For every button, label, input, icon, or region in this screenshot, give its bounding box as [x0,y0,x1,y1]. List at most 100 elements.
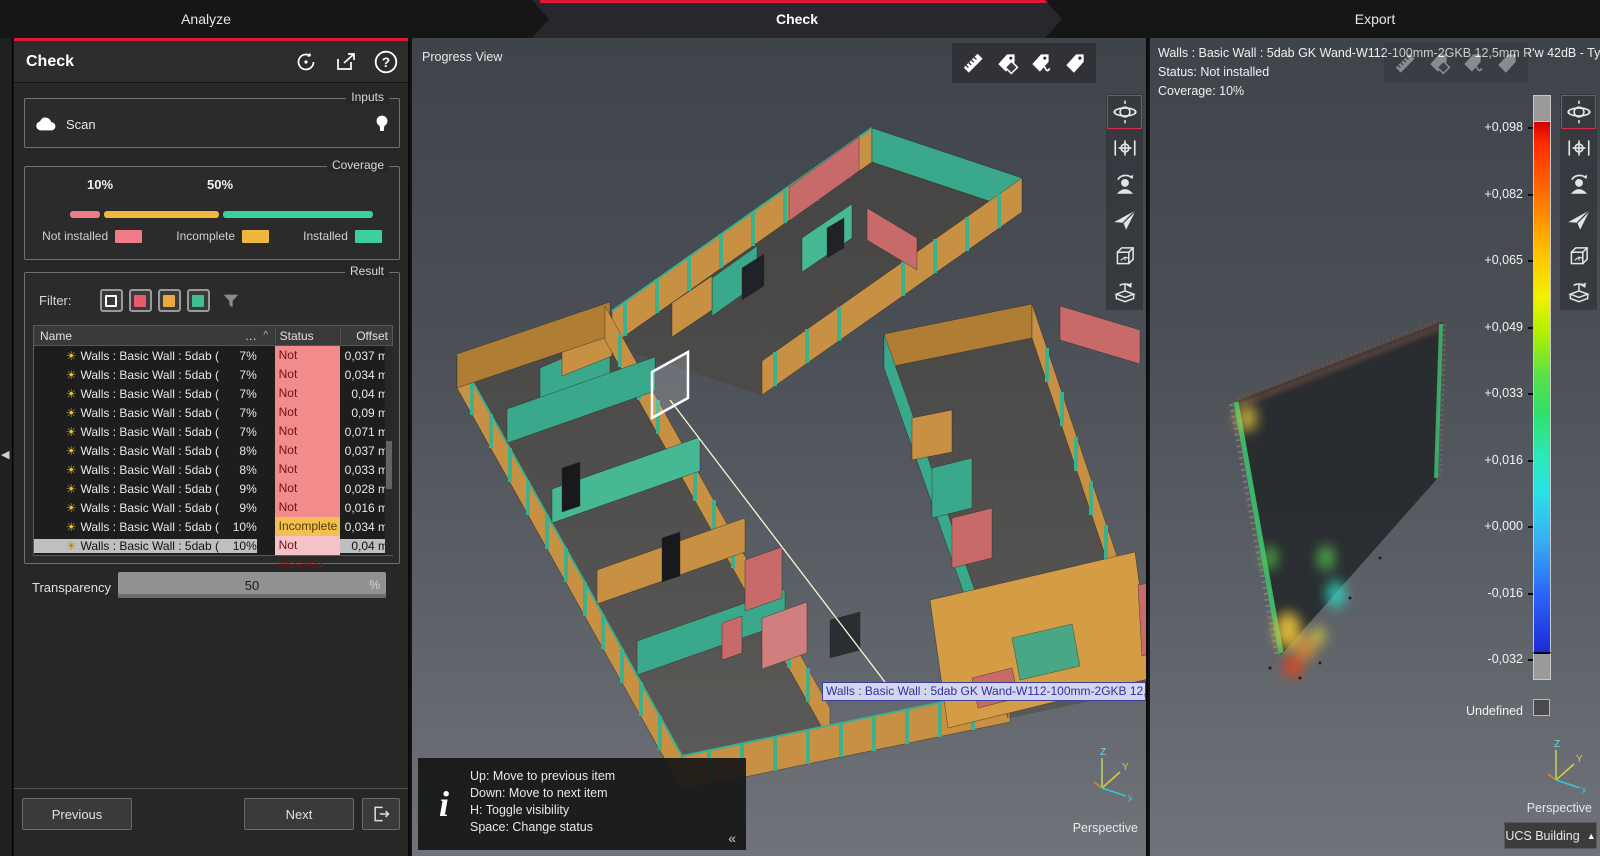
scan-label: Scan [66,117,375,132]
column-coverage[interactable]: … [221,329,257,343]
footer-divider [14,788,408,789]
annotation-toolbar [952,43,1096,83]
result-table: Name … ^ Status Offset ☀Walls : Basic Wa… [33,325,393,556]
coverage-legend: Not installedIncompleteInstalled [25,229,399,243]
turntable-tool-button[interactable] [1560,274,1597,310]
collapse-left-icon[interactable]: ◀ [1,448,9,461]
selected-wall-highlight[interactable] [652,352,688,418]
offset-color-scale [1533,95,1551,680]
column-name[interactable]: Name [34,329,221,343]
table-row[interactable]: ☀Walls : Basic Wall : 5dab (8%Not instal… [34,460,392,479]
detail-view-3d[interactable]: Walls : Basic Wall : 5dab GK Wand-W112-1… [1150,38,1600,856]
exit-check-button[interactable] [362,798,400,830]
progress-view-3d[interactable]: Progress View [412,38,1148,856]
sun-visibility-icon: ☀ [66,539,77,553]
orbit-tool-button[interactable] [1560,94,1597,130]
table-row[interactable]: ☀Walls : Basic Wall : 5dab (9%Not instal… [34,498,392,517]
sort-ascending-icon[interactable]: ^ [257,330,275,341]
tag-wave-icon[interactable] [1460,50,1486,76]
filter-checkbox-incomplete[interactable] [158,289,181,312]
fly-tool-button[interactable] [1106,202,1143,238]
sun-visibility-icon: ☀ [66,520,77,534]
measure-icon[interactable] [960,50,986,76]
status-badge: Not installed [275,403,341,422]
ucs-dropdown-arrow-icon: ▲ [1587,831,1596,841]
table-row[interactable]: ☀Walls : Basic Wall : 5dab (10%Incomplet… [34,517,392,536]
open-external-view-icon[interactable] [332,48,360,76]
orbit-tool-button[interactable] [1106,94,1143,130]
transparency-slider[interactable]: 50 % [118,572,386,598]
check-panel-header: Check ? [14,41,408,83]
previous-button[interactable]: Previous [22,798,132,830]
svg-text:Y: Y [1576,754,1583,765]
sun-visibility-icon: ☀ [66,368,77,382]
tab-check[interactable]: Check [532,0,1062,38]
tag-icon[interactable] [1062,50,1088,76]
first-person-tool-button[interactable] [1560,166,1597,202]
view-cube-tool-button[interactable] [1560,238,1597,274]
table-row[interactable]: ☀Walls : Basic Wall : 5dab (7%Not instal… [34,365,392,384]
tab-analyze[interactable]: Analyze [0,0,412,38]
sun-visibility-icon: ☀ [66,425,77,439]
filter-checkbox-installed[interactable] [187,289,210,312]
coverage-slider-segment-incomplete[interactable] [104,211,219,218]
filter-checkbox-not-installed[interactable] [129,289,152,312]
column-offset[interactable]: Offset [340,329,392,343]
table-row[interactable]: ☀Walls : Basic Wall : 5dab (8%Not instal… [34,441,392,460]
pan-tool-button[interactable] [1106,130,1143,166]
tag-icon[interactable] [1494,50,1520,76]
model-tooltip: Walls : Basic Wall : 5dab GK Wand-W112-1… [822,682,1146,701]
view-cube-tool-button[interactable] [1106,238,1143,274]
projection-mode-label[interactable]: Perspective [1073,821,1138,835]
table-row[interactable]: ☀Walls : Basic Wall : 5dab (7%Not instal… [34,384,392,403]
status-badge: Not installed [275,365,341,384]
help-icon[interactable]: ? [372,48,400,76]
scale-tick-mark [1528,460,1533,462]
sun-visibility-icon: ☀ [66,406,77,420]
svg-text:Z: Z [1554,739,1560,750]
bulb-icon[interactable] [375,114,389,134]
coverage-slider-segment-installed[interactable] [223,211,373,218]
selected-element-info: Walls : Basic Wall : 5dab GK Wand-W112-1… [1158,44,1600,101]
result-table-header[interactable]: Name … ^ Status Offset [34,326,392,346]
next-button[interactable]: Next [244,798,354,830]
scale-tick-label: -0,016 [1463,586,1523,600]
scan-input-row[interactable]: Scan [35,109,389,139]
table-row[interactable]: ☀Walls : Basic Wall : 5dab (7%Not instal… [34,346,392,365]
element-status: Status: Not installed [1158,63,1600,82]
table-row[interactable]: ☀Walls : Basic Wall : 5dab (9%Not instal… [34,479,392,498]
ucs-selector-button[interactable]: UCS Building ▲ [1504,822,1597,849]
table-scrollbar-thumb[interactable] [386,441,392,489]
undefined-swatch[interactable] [1533,699,1550,716]
projection-mode-label[interactable]: Perspective [1527,801,1592,815]
column-status[interactable]: Status [275,329,341,343]
history-reset-icon[interactable] [292,48,320,76]
coverage-slider-segment-not-installed[interactable] [70,211,100,218]
measure-icon[interactable] [1392,50,1418,76]
tag-remove-icon[interactable] [1426,50,1452,76]
coverage-threshold-low: 10% [87,177,113,192]
tag-remove-icon[interactable] [994,50,1020,76]
exit-icon [371,804,391,824]
scale-tick-label: +0,000 [1463,519,1523,533]
fly-tool-button[interactable] [1560,202,1597,238]
first-person-tool-button[interactable] [1106,166,1143,202]
table-row[interactable]: ☀Walls : Basic Wall : 5dab (7%Not instal… [34,422,392,441]
turntable-tool-button[interactable] [1106,274,1143,310]
tag-wave-icon[interactable] [1028,50,1054,76]
tab-export[interactable]: Export [1150,0,1600,38]
table-row[interactable]: ☀Walls : Basic Wall : 5dab (10%Not insta… [34,536,392,555]
pan-tool-button[interactable] [1560,130,1597,166]
table-row[interactable]: ☀Walls : Basic Wall : 5dab (7%Not instal… [34,403,392,422]
inputs-group-label: Inputs [346,90,389,104]
navigation-toolbar [1106,94,1143,310]
shortcut-info-box: i Up: Move to previous itemDown: Move to… [418,758,746,850]
table-scrollbar[interactable] [385,346,393,555]
chevron-collapse-icon[interactable]: « [728,830,736,846]
filter-funnel-icon[interactable] [220,290,242,312]
legend-swatch [242,230,269,243]
status-badge: Not installed [275,536,341,555]
scale-tick-mark [1528,659,1533,661]
filter-checkbox-all[interactable] [100,289,123,312]
sun-visibility-icon: ☀ [66,501,77,515]
